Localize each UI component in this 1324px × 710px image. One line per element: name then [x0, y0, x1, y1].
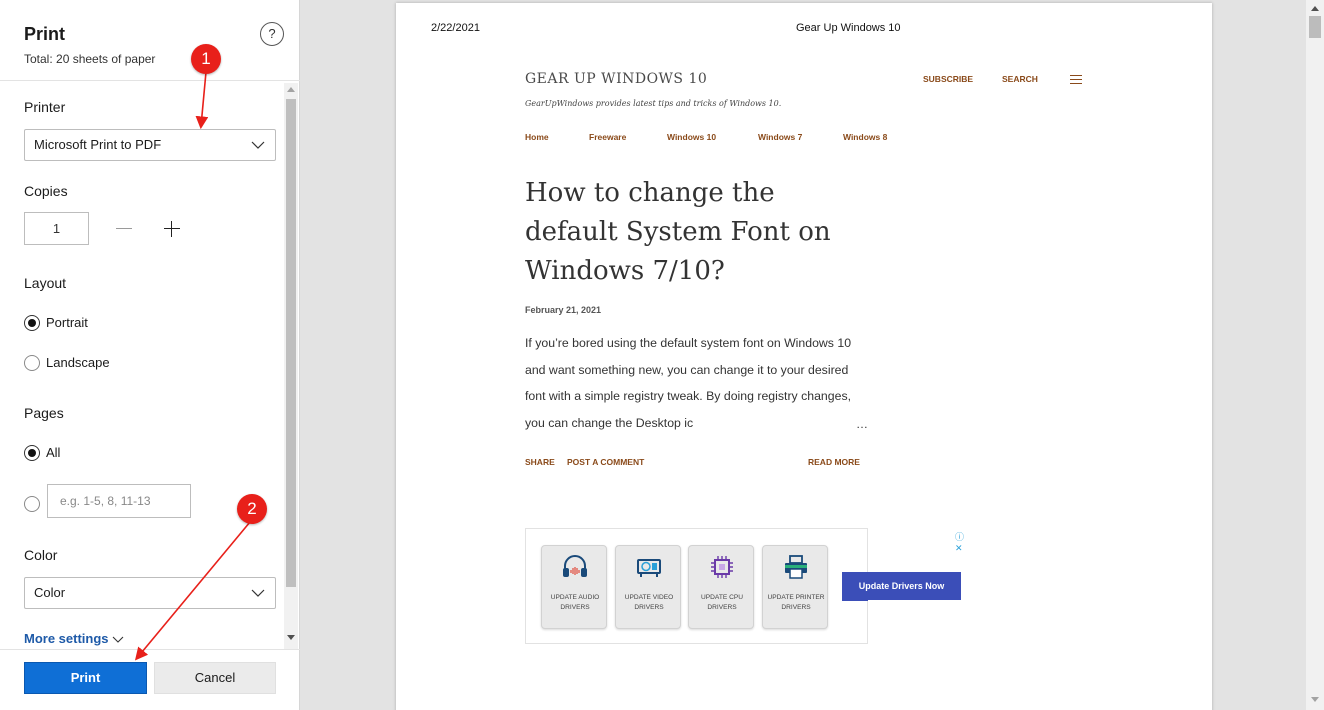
print-preview-page: 2/22/2021 Gear Up Windows 10 GEAR UP WIN… [396, 3, 1212, 710]
menu-item-windows-7: Windows 7 [758, 132, 803, 142]
layout-portrait-option[interactable]: Portrait [24, 314, 144, 332]
post-title: How to change the default System Font on… [525, 178, 831, 286]
color-select-value: Color [34, 585, 66, 600]
printer-icon [785, 555, 807, 579]
menu-item-windows-8: Windows 8 [843, 132, 888, 142]
printer-label: Printer [24, 99, 66, 115]
panel-scrollbar-thumb[interactable] [286, 99, 296, 587]
annotation-badge-1: 1 [191, 44, 221, 74]
search-link: SEARCH [1002, 74, 1038, 84]
portrait-label: Portrait [46, 315, 88, 330]
page-header-date: 2/22/2021 [431, 22, 480, 34]
ad-card-printer: UPDATE PRINTER DRIVERS [762, 545, 828, 629]
ad-choices-icon: ⓘ ✕ [955, 532, 965, 553]
site-name: GEAR UP WINDOWS 10 [525, 71, 708, 87]
footer-divider [0, 649, 300, 650]
update-drivers-button: Update Drivers Now [842, 572, 961, 601]
post-comment-link: POST A COMMENT [567, 457, 645, 467]
ad-card-label: UPDATE VIDEO DRIVERS [624, 594, 674, 611]
chevron-down-icon [251, 589, 265, 597]
headphones-icon [563, 555, 587, 577]
page-header-title: Gear Up Windows 10 [796, 22, 901, 34]
preview-scrollbar[interactable] [1306, 0, 1324, 710]
panel-scrollbar[interactable] [284, 83, 298, 649]
ad-card-cpu: UPDATE CPU DRIVERS [688, 545, 754, 629]
menu-icon [1070, 75, 1082, 84]
settings-scroll-area: Printer Microsoft Print to PDF Copies 1 … [0, 81, 300, 649]
subscribe-link: SUBSCRIBE [923, 74, 974, 84]
ad-card-label: UPDATE PRINTER DRIVERS [767, 594, 825, 611]
copies-label: Copies [24, 183, 68, 199]
sheet-count: Total: 20 sheets of paper [24, 52, 156, 66]
preview-scrollbar-thumb[interactable] [1309, 16, 1321, 38]
help-button[interactable]: ? [260, 22, 284, 46]
post-date: February 21, 2021 [525, 305, 602, 315]
chevron-down-icon [251, 141, 265, 149]
pages-range-radio[interactable] [24, 496, 40, 512]
color-label: Color [24, 547, 58, 563]
pages-all-radio[interactable] [24, 445, 40, 461]
video-card-icon [637, 559, 661, 577]
pages-label: Pages [24, 405, 64, 421]
excerpt-ellipsis: … [852, 417, 868, 431]
panel-title: Print [24, 24, 66, 44]
more-settings-link[interactable]: More settings [24, 631, 124, 646]
printer-select-value: Microsoft Print to PDF [34, 137, 162, 152]
read-more-link: READ MORE [808, 457, 860, 467]
copies-input[interactable]: 1 [24, 212, 89, 245]
scroll-down-arrow-icon[interactable] [287, 635, 295, 640]
driver-ad: UPDATE AUDIO DRIVERS UPDATE VIDEO DRIVER… [525, 528, 964, 644]
more-settings-label: More settings [24, 631, 109, 646]
page-background [868, 600, 988, 646]
ad-card-label: UPDATE CPU DRIVERS [700, 594, 743, 611]
menu-item-freeware: Freeware [589, 132, 627, 142]
chevron-down-icon [112, 636, 123, 643]
post-excerpt: If you’re bored using the default system… [525, 336, 852, 431]
menu-item-home: Home [525, 132, 549, 142]
site-tagline: GearUpWindows provides latest tips and t… [525, 99, 782, 108]
annotation-badge-2: 2 [237, 494, 267, 524]
ad-card-audio: UPDATE AUDIO DRIVERS [541, 545, 607, 629]
layout-label: Layout [24, 275, 67, 291]
scroll-up-arrow-icon[interactable] [287, 87, 295, 92]
decrease-copies-button[interactable] [110, 213, 138, 243]
ad-card-label: UPDATE AUDIO DRIVERS [550, 594, 600, 611]
printer-select[interactable]: Microsoft Print to PDF [24, 129, 276, 161]
ad-card-video: UPDATE VIDEO DRIVERS [615, 545, 681, 629]
pages-range-input[interactable]: e.g. 1-5, 8, 11-13 [47, 484, 191, 518]
landscape-radio[interactable] [24, 355, 40, 371]
scroll-up-arrow-icon[interactable] [1311, 6, 1319, 11]
menu-item-windows-10: Windows 10 [667, 132, 717, 142]
pages-all-label: All [46, 445, 61, 460]
share-link: SHARE [525, 457, 555, 467]
cancel-button[interactable]: Cancel [154, 662, 276, 694]
increase-copies-button[interactable] [158, 213, 186, 243]
cpu-icon [711, 556, 733, 578]
print-button[interactable]: Print [24, 662, 147, 694]
color-select[interactable]: Color [24, 577, 276, 609]
landscape-label: Landscape [46, 355, 110, 370]
layout-landscape-option[interactable]: Landscape [24, 354, 144, 372]
pages-all-option[interactable]: All [24, 444, 104, 462]
print-settings-panel: Print Total: 20 sheets of paper ? Printe… [0, 0, 300, 710]
portrait-radio[interactable] [24, 315, 40, 331]
scroll-down-arrow-icon[interactable] [1311, 697, 1319, 702]
pages-range-option[interactable] [24, 495, 42, 513]
